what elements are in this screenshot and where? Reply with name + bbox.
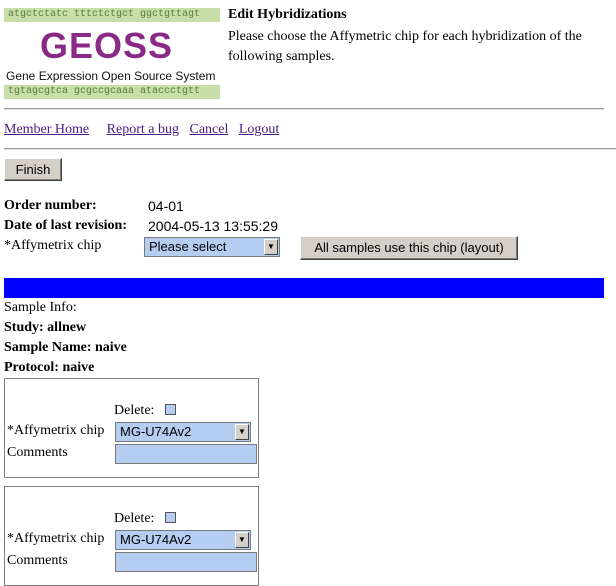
apply-chip-all-button[interactable]: All samples use this chip (layout) — [300, 236, 518, 260]
hyb-chip-select[interactable]: MG-U74Av2 ▼ — [115, 422, 251, 442]
chevron-down-icon: ▼ — [235, 532, 249, 548]
revision-label: Date of last revision: — [4, 218, 127, 233]
section-bar — [4, 278, 604, 298]
chevron-down-icon: ▼ — [264, 239, 278, 255]
chip-label: *Affymetrix chip — [4, 238, 102, 253]
page-title: Edit Hybridizations — [228, 7, 347, 22]
sample-study: Study: allnew — [4, 320, 87, 335]
logout-link[interactable]: Logout — [239, 122, 279, 137]
revision-value: 2004-05-13 13:55:29 — [148, 218, 278, 234]
hyb-chip-label: *Affymetrix chip — [7, 531, 105, 546]
sample-info-label: Sample Info: — [4, 300, 77, 315]
divider-nav — [4, 148, 616, 150]
hyb-chip-select[interactable]: MG-U74Av2 ▼ — [115, 530, 251, 550]
hyb-chip-value: MG-U74Av2 — [120, 532, 192, 547]
report-bug-link[interactable]: Report a bug — [107, 122, 179, 137]
divider-top — [4, 108, 604, 110]
finish-button[interactable]: Finish — [4, 158, 62, 181]
nav-bar: Member Home Report a bug Cancel Logout — [4, 122, 279, 138]
delete-label: Delete: — [114, 403, 155, 418]
page-description: Please choose the Affymetric chip for ea… — [228, 29, 582, 64]
delete-label: Delete: — [114, 511, 155, 526]
comments-input[interactable] — [115, 552, 257, 572]
logo-tagline: Gene Expression Open Source System — [6, 69, 216, 83]
chevron-down-icon: ▼ — [235, 424, 249, 440]
comments-input[interactable] — [115, 444, 257, 464]
logo-brand: GEOSS — [40, 25, 174, 66]
hybridization-panel: Delete: *Affymetrix chip MG-U74Av2 ▼ Com… — [4, 378, 259, 478]
cancel-link[interactable]: Cancel — [189, 122, 228, 137]
comments-label: Comments — [7, 553, 68, 568]
delete-checkbox[interactable] — [165, 512, 176, 523]
order-number-value: 04-01 — [148, 198, 184, 214]
hyb-chip-label: *Affymetrix chip — [7, 423, 105, 438]
chip-select-value: Please select — [149, 239, 227, 254]
sample-name: Sample Name: naive — [4, 340, 127, 355]
order-number-label: Order number: — [4, 198, 97, 213]
logo-sequence-top: atgctctatc tttctctgct ggctgttagt — [4, 8, 220, 22]
chip-select[interactable]: Please select ▼ — [144, 237, 280, 257]
sample-protocol: Protocol: naive — [4, 360, 95, 375]
member-home-link[interactable]: Member Home — [4, 122, 89, 137]
delete-checkbox[interactable] — [165, 404, 176, 415]
comments-label: Comments — [7, 445, 68, 460]
logo: atgctctatc tttctctgct ggctgttagt GEOSS G… — [4, 4, 220, 100]
hyb-chip-value: MG-U74Av2 — [120, 424, 192, 439]
hybridization-panel: Delete: *Affymetrix chip MG-U74Av2 ▼ Com… — [4, 486, 259, 586]
logo-sequence-bottom: tgtagcgtca gcgccgcaaa ataccctgtt — [4, 85, 220, 99]
